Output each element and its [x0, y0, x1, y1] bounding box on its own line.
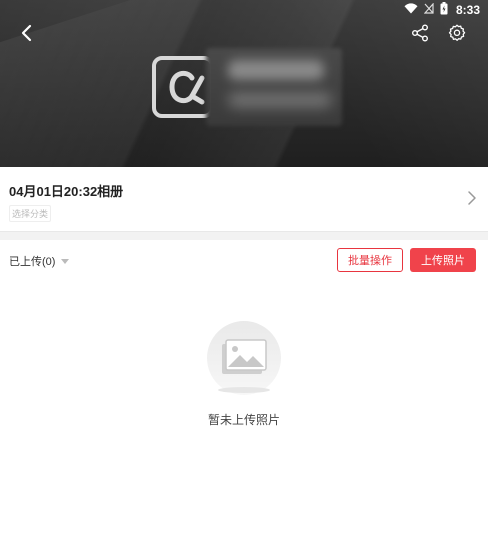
- album-logo-icon: [152, 56, 214, 118]
- album-cover: 8:33: [0, 0, 488, 167]
- section-divider: [0, 231, 488, 240]
- batch-operation-button[interactable]: 批量操作: [337, 248, 403, 272]
- album-info-row[interactable]: 04月01日20:32相册 选择分类: [0, 167, 488, 231]
- chevron-left-icon: [20, 24, 34, 47]
- share-icon: [411, 24, 429, 47]
- uploaded-filter-dropdown[interactable]: 已上传(0): [9, 253, 70, 269]
- chevron-right-icon: [466, 190, 478, 206]
- status-bar: 8:33: [404, 0, 480, 20]
- album-title: 04月01日20:32相册: [9, 184, 124, 199]
- category-selector[interactable]: 选择分类: [9, 205, 52, 222]
- upload-photo-button[interactable]: 上传照片: [410, 248, 476, 272]
- empty-photo-icon: [200, 320, 288, 396]
- gear-icon: [448, 24, 466, 47]
- settings-button[interactable]: [442, 20, 472, 50]
- back-button[interactable]: [12, 20, 42, 50]
- empty-state-text: 暂未上传照片: [207, 413, 280, 427]
- share-button[interactable]: [405, 20, 435, 50]
- battery-icon: [440, 2, 448, 18]
- wifi-icon: [404, 3, 418, 17]
- blurred-cover-text: [206, 48, 342, 126]
- uploaded-filter-label: 已上传(0): [9, 256, 56, 268]
- signal-off-icon: [423, 2, 434, 17]
- status-time: 8:33: [455, 3, 480, 17]
- caret-down-icon: [61, 258, 70, 264]
